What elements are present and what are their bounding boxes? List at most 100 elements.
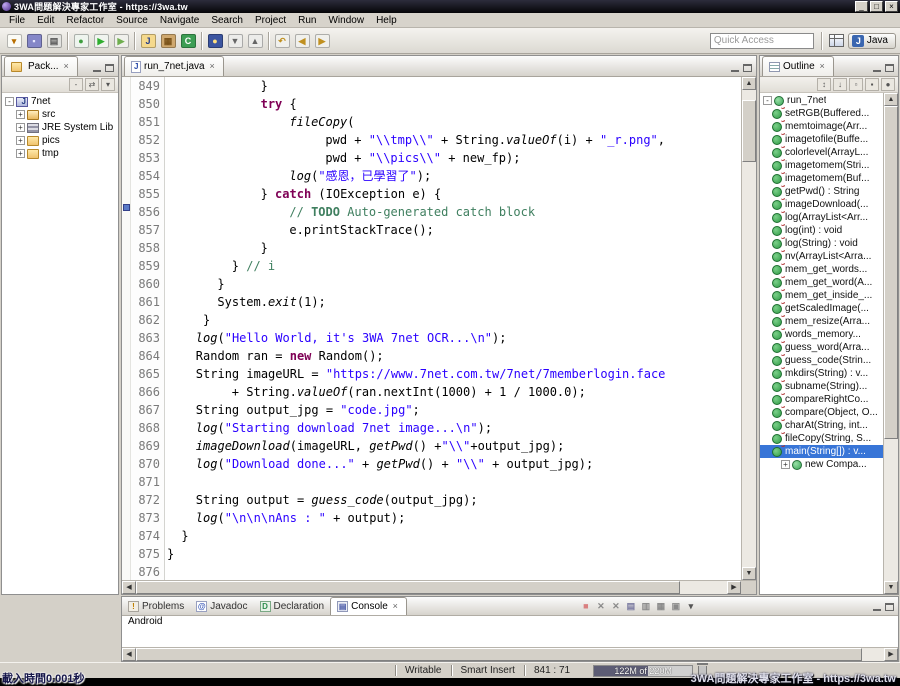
code-line[interactable]: } bbox=[167, 275, 741, 293]
scrollbar-thumb[interactable] bbox=[136, 581, 680, 594]
link-with-editor-button[interactable]: ⇄ bbox=[85, 78, 99, 91]
line-number[interactable]: 849 bbox=[131, 77, 160, 95]
code-line[interactable]: + String.valueOf(ran.nextInt(1000) + 1 /… bbox=[167, 383, 741, 401]
editor-vertical-scrollbar[interactable]: ▲ ▼ bbox=[741, 77, 756, 580]
menu-project[interactable]: Project bbox=[249, 14, 292, 27]
line-number[interactable]: 861 bbox=[131, 293, 160, 311]
remove-all-launches-button[interactable]: ✕ bbox=[609, 600, 623, 613]
outline-item[interactable]: compareRightCo... bbox=[760, 393, 883, 406]
menu-window[interactable]: Window bbox=[322, 14, 370, 27]
tab-problems[interactable]: Problems bbox=[122, 597, 190, 615]
maximize-panel-icon[interactable] bbox=[743, 64, 752, 72]
expand-all-button[interactable]: ↕ bbox=[817, 78, 831, 91]
scrollbar-track[interactable] bbox=[884, 106, 898, 581]
tree-item[interactable]: +JRE System Lib bbox=[2, 121, 118, 134]
minimize-panel-icon[interactable] bbox=[731, 65, 739, 72]
code-line[interactable]: Random ran = new Random(); bbox=[167, 347, 741, 365]
scrollbar-thumb[interactable] bbox=[742, 100, 756, 162]
new-package-button[interactable]: ▦ bbox=[158, 31, 178, 51]
expander-icon[interactable]: + bbox=[16, 123, 25, 132]
pin-console-button[interactable]: ▦ bbox=[654, 600, 668, 613]
outline-item[interactable]: memtoimage(Arr... bbox=[760, 120, 883, 133]
editor-horizontal-scrollbar[interactable]: ◀ ▶ bbox=[122, 580, 756, 594]
scrollbar-track[interactable] bbox=[136, 648, 884, 661]
scrollbar-track[interactable] bbox=[742, 90, 756, 567]
maximize-panel-icon[interactable] bbox=[885, 64, 894, 72]
menu-navigate[interactable]: Navigate bbox=[154, 14, 205, 27]
code-line[interactable]: pwd + "\\tmp\\" + String.valueOf(i) + "_… bbox=[167, 131, 741, 149]
new-wizard-button[interactable]: ▾ bbox=[4, 31, 24, 51]
code-line[interactable]: } bbox=[167, 311, 741, 329]
outline-item[interactable]: log(int) : void bbox=[760, 224, 883, 237]
line-number[interactable]: 850 bbox=[131, 95, 160, 113]
expander-icon[interactable]: + bbox=[781, 460, 790, 469]
minimize-panel-icon[interactable] bbox=[93, 65, 101, 72]
outline-item[interactable]: nv(ArrayList<Arra... bbox=[760, 250, 883, 263]
line-number[interactable]: 865 bbox=[131, 365, 160, 383]
close-button[interactable]: × bbox=[885, 1, 898, 12]
minimize-button[interactable]: _ bbox=[855, 1, 868, 12]
line-number[interactable]: 874 bbox=[131, 527, 160, 545]
display-selected-console-button[interactable]: ▣ bbox=[669, 600, 683, 613]
terminate-button[interactable]: ■ bbox=[579, 600, 593, 613]
code-line[interactable]: } bbox=[167, 239, 741, 257]
run-button[interactable]: ▶ bbox=[91, 31, 111, 51]
code-line[interactable]: String imageURL = "https://www.7net.com.… bbox=[167, 365, 741, 383]
line-number[interactable]: 856 bbox=[131, 203, 160, 221]
open-console-button[interactable]: ▾ bbox=[684, 600, 698, 613]
code-line[interactable]: log("Download done..." + getPwd() + "\\"… bbox=[167, 455, 741, 473]
outline-item[interactable]: log(ArrayList<Arr... bbox=[760, 211, 883, 224]
outline-item[interactable]: -run_7net bbox=[760, 94, 883, 107]
menu-run[interactable]: Run bbox=[292, 14, 322, 27]
code-line[interactable]: log("Starting download 7net image...\n")… bbox=[167, 419, 741, 437]
java-perspective-button[interactable]: Java bbox=[848, 33, 896, 49]
tab-outline[interactable]: Outline bbox=[762, 56, 834, 76]
expander-icon[interactable]: + bbox=[16, 136, 25, 145]
line-number[interactable]: 863 bbox=[131, 329, 160, 347]
menu-edit[interactable]: Edit bbox=[31, 14, 60, 27]
line-number[interactable]: 855 bbox=[131, 185, 160, 203]
scroll-right-icon[interactable]: ▶ bbox=[727, 581, 741, 594]
outline-item[interactable]: log(String) : void bbox=[760, 237, 883, 250]
line-number[interactable]: 868 bbox=[131, 419, 160, 437]
menu-help[interactable]: Help bbox=[370, 14, 403, 27]
tree-item[interactable]: -7net bbox=[2, 95, 118, 108]
code-line[interactable] bbox=[167, 473, 741, 491]
print-button[interactable]: ▤ bbox=[44, 31, 64, 51]
scroll-down-icon[interactable]: ▼ bbox=[742, 567, 756, 580]
line-number[interactable]: 866 bbox=[131, 383, 160, 401]
close-icon[interactable] bbox=[62, 62, 71, 71]
code-line[interactable]: e.printStackTrace(); bbox=[167, 221, 741, 239]
code-line[interactable]: } catch (IOException e) { bbox=[167, 185, 741, 203]
code-line[interactable]: imageDownload(imageURL, getPwd() +"\\"+o… bbox=[167, 437, 741, 455]
outline-item[interactable]: mem_get_inside_... bbox=[760, 289, 883, 302]
search-button[interactable]: ● bbox=[205, 31, 225, 51]
tree-item[interactable]: +src bbox=[2, 108, 118, 121]
outline-vertical-scrollbar[interactable]: ▲ ▼ bbox=[883, 93, 898, 594]
outline-item[interactable]: mkdirs(String) : v... bbox=[760, 367, 883, 380]
line-number[interactable]: 870 bbox=[131, 455, 160, 473]
console-horizontal-scrollbar[interactable]: ◀ ▶ bbox=[122, 647, 898, 661]
line-number[interactable]: 871 bbox=[131, 473, 160, 491]
tab-run-7net-java[interactable]: run_7net.java bbox=[124, 56, 224, 76]
tab-javadoc[interactable]: Javadoc bbox=[190, 597, 253, 615]
minimize-panel-icon[interactable] bbox=[873, 65, 881, 72]
outline-item[interactable]: +new Compa... bbox=[760, 458, 883, 471]
prev-annotation-button[interactable]: ▲ bbox=[245, 31, 265, 51]
titlebar[interactable]: 3WA問題解決專家工作室 - https://3wa.tw _□× bbox=[0, 0, 900, 13]
line-number[interactable]: 872 bbox=[131, 491, 160, 509]
expander-icon[interactable]: - bbox=[5, 97, 14, 106]
line-number[interactable]: 854 bbox=[131, 167, 160, 185]
line-number[interactable]: 859 bbox=[131, 257, 160, 275]
outline-item[interactable]: fileCopy(String, S... bbox=[760, 432, 883, 445]
line-number[interactable]: 864 bbox=[131, 347, 160, 365]
next-annotation-button[interactable]: ▼ bbox=[225, 31, 245, 51]
save-button[interactable]: ▪ bbox=[24, 31, 44, 51]
code-line[interactable]: } bbox=[167, 545, 741, 563]
close-icon[interactable] bbox=[391, 602, 400, 611]
new-java-project-button[interactable]: J bbox=[138, 31, 158, 51]
debug-button[interactable]: ● bbox=[71, 31, 91, 51]
code-line[interactable]: String output = guess_code(output_jpg); bbox=[167, 491, 741, 509]
line-number[interactable]: 875 bbox=[131, 545, 160, 563]
hide-non-public-button[interactable]: ● bbox=[881, 78, 895, 91]
